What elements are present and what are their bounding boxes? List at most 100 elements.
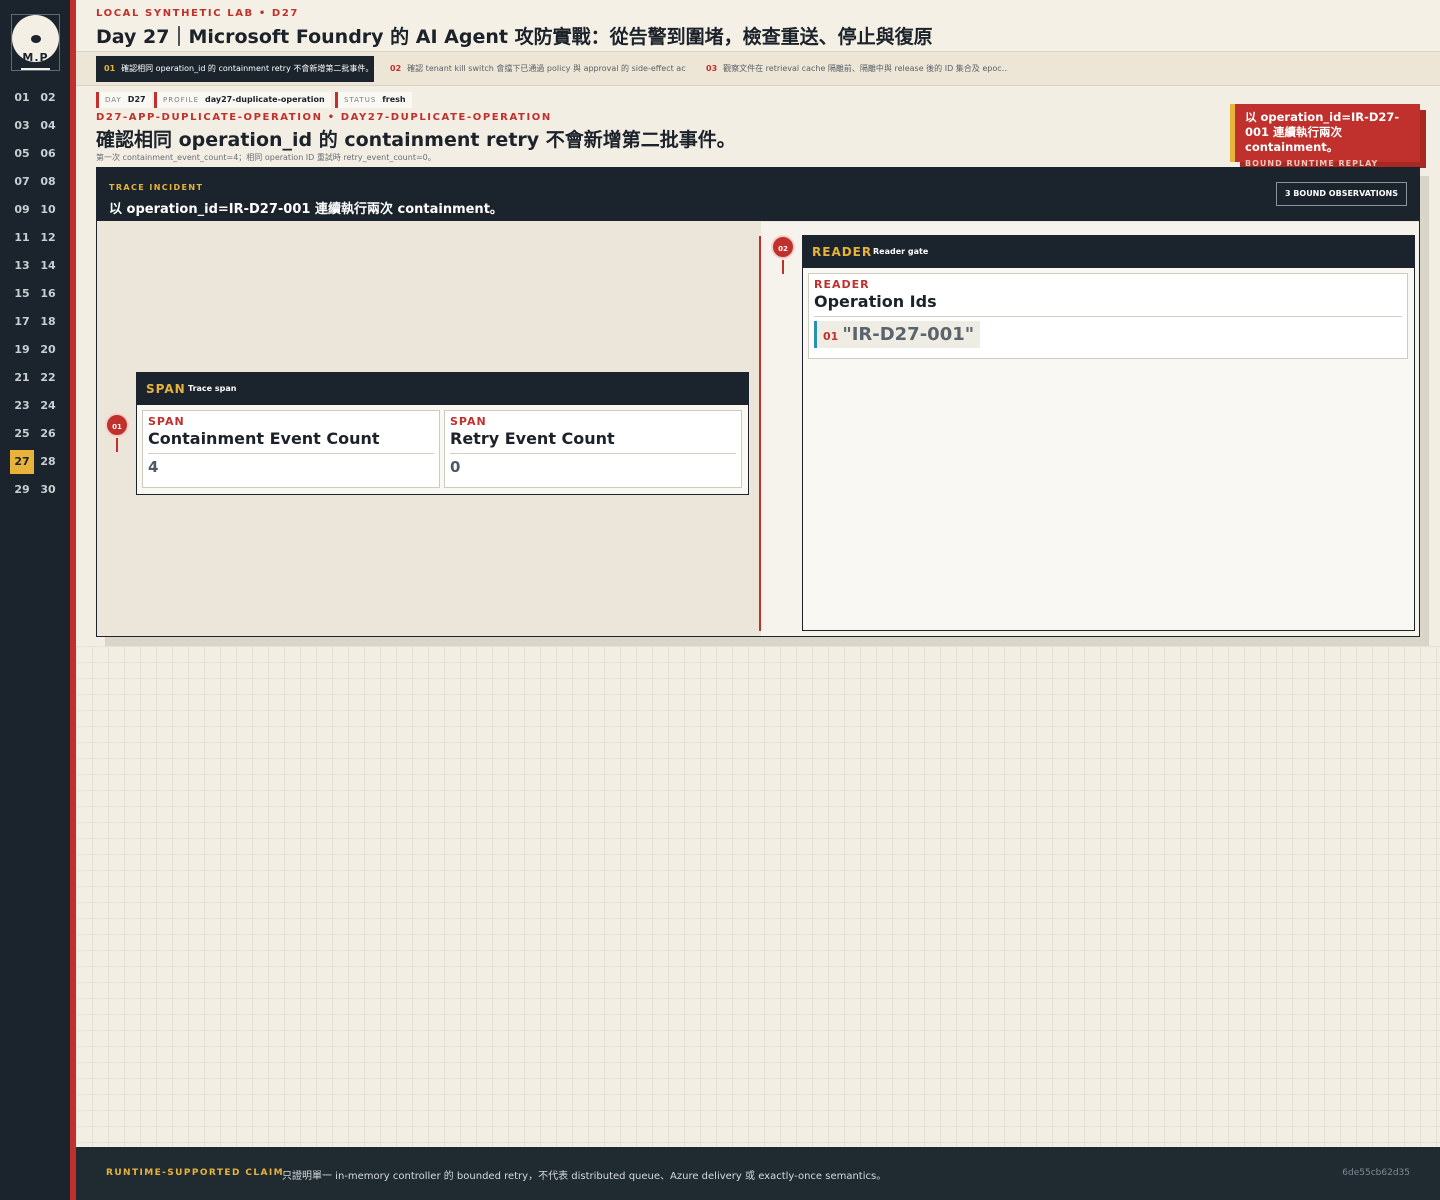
day-link-23[interactable]: 23 xyxy=(10,394,34,418)
lab-label: LOCAL SYNTHETIC LAB • D27 xyxy=(96,8,299,19)
day-link-10[interactable]: 10 xyxy=(36,198,60,222)
pin-stem xyxy=(116,438,118,452)
day-link-09[interactable]: 09 xyxy=(10,198,34,222)
reader-kind: READER xyxy=(812,245,873,259)
brand-logo[interactable]: M.P xyxy=(11,14,60,71)
metric-name: Containment Event Count xyxy=(148,429,380,448)
day-link-29[interactable]: 29 xyxy=(10,478,34,502)
incident-label: TRACE INCIDENT xyxy=(109,183,204,192)
tab-bar: 01 確認相同 operation_id 的 containment retry … xyxy=(76,52,1440,86)
reader-cell-name: Operation Ids xyxy=(814,292,937,311)
day-link-01[interactable]: 01 xyxy=(10,86,34,110)
metric-cell: SPAN Retry Event Count 0 xyxy=(444,410,742,488)
day-link-03[interactable]: 03 xyxy=(10,114,34,138)
commit-hash: 6de55cb62d35 xyxy=(1342,1168,1410,1178)
reader-card: READER Reader gate READER Operation Ids … xyxy=(802,235,1415,631)
logo-bar xyxy=(21,68,50,70)
case-subtitle: 第一次 containment_event_count=4；相同 operati… xyxy=(96,153,436,162)
tab-03[interactable]: 03 觀察文件在 retrieval cache 隔離前、隔離中與 release… xyxy=(698,56,1008,82)
tab-label: 確認相同 operation_id 的 containment retry 不會… xyxy=(121,64,374,73)
day-link-16[interactable]: 16 xyxy=(36,282,60,306)
operation-id-item: 01 "IR-D27-001" xyxy=(814,321,981,348)
meta-key: PROFILE xyxy=(163,96,200,104)
day-link-22[interactable]: 22 xyxy=(36,366,60,390)
day-link-30[interactable]: 30 xyxy=(36,478,60,502)
day-link-18[interactable]: 18 xyxy=(36,310,60,334)
day-link-12[interactable]: 12 xyxy=(36,226,60,250)
day-link-24[interactable]: 24 xyxy=(36,394,60,418)
replay-card[interactable]: 以 operation_id=IR-D27-001 連續執行兩次 contain… xyxy=(1230,104,1420,168)
metric-value: 4 xyxy=(148,458,159,476)
observations-button[interactable]: 3 BOUND OBSERVATIONS xyxy=(1275,182,1407,206)
day-link-25[interactable]: 25 xyxy=(10,422,34,446)
span-card: SPAN Trace span SPAN Containment Event C… xyxy=(136,372,749,495)
meta-key: STATUS xyxy=(344,96,377,104)
metric-value: 0 xyxy=(450,458,461,476)
pin-stem xyxy=(782,260,784,274)
metric-rule xyxy=(148,453,434,454)
tab-label: 觀察文件在 retrieval cache 隔離前、隔離中與 release 後… xyxy=(723,64,1008,73)
day-link-28[interactable]: 28 xyxy=(36,450,60,474)
meta-value: day27-duplicate-operation xyxy=(205,95,325,104)
day-link-21[interactable]: 21 xyxy=(10,366,34,390)
day-link-11[interactable]: 11 xyxy=(10,226,34,250)
meta-chip-day: DAY D27 xyxy=(96,92,152,108)
meta-value: fresh xyxy=(382,95,406,104)
replay-title: 以 operation_id=IR-D27-001 連續執行兩次 contain… xyxy=(1245,110,1400,154)
span-subtitle: Trace span xyxy=(188,384,237,393)
reader-cell-rule xyxy=(814,316,1402,317)
day-link-20[interactable]: 20 xyxy=(36,338,60,362)
page-header: LOCAL SYNTHETIC LAB • D27 Day 27｜Microso… xyxy=(76,0,1440,52)
day-link-14[interactable]: 14 xyxy=(36,254,60,278)
day-link-26[interactable]: 26 xyxy=(36,422,60,446)
day-link-15[interactable]: 15 xyxy=(10,282,34,306)
panel-header: TRACE INCIDENT 以 operation_id=IR-D27-001… xyxy=(97,168,1419,221)
reader-subtitle: Reader gate xyxy=(873,247,929,256)
day-link-13[interactable]: 13 xyxy=(10,254,34,278)
meta-key: DAY xyxy=(105,96,122,104)
page-title: Day 27｜Microsoft Foundry 的 AI Agent 攻防實戰… xyxy=(96,26,933,48)
incident-title: 以 operation_id=IR-D27-001 連續執行兩次 contain… xyxy=(109,202,503,217)
footer-claim-bar: RUNTIME-SUPPORTED CLAIM 只證明單一 in-memory … xyxy=(76,1147,1440,1200)
reader-cell: READER Operation Ids 01 "IR-D27-001" xyxy=(808,273,1408,359)
logo-mark: M.P xyxy=(22,51,49,64)
day-link-05[interactable]: 05 xyxy=(10,142,34,166)
metric-kind: SPAN xyxy=(148,415,185,428)
pin-marker-01[interactable]: 01 xyxy=(105,413,129,437)
day-link-27[interactable]: 27 xyxy=(10,450,34,474)
metric-cell: SPAN Containment Event Count 4 xyxy=(142,410,440,488)
day-link-06[interactable]: 06 xyxy=(36,142,60,166)
span-card-header: SPAN Trace span xyxy=(137,373,748,405)
span-kind: SPAN xyxy=(146,382,186,396)
tab-01[interactable]: 01 確認相同 operation_id 的 containment retry … xyxy=(96,56,374,82)
sidebar: M.P 01 02 03 04 05 06 07 08 09 10 11 12 13 14 15 16 17 18… xyxy=(0,0,70,1200)
lane-divider xyxy=(759,236,761,631)
meta-chip-profile: PROFILE day27-duplicate-operation xyxy=(154,92,331,108)
metric-name: Retry Event Count xyxy=(450,429,615,448)
reader-cell-kind: READER xyxy=(814,278,870,291)
day-link-07[interactable]: 07 xyxy=(10,170,34,194)
day-link-17[interactable]: 17 xyxy=(10,310,34,334)
metric-rule xyxy=(450,453,736,454)
claim-label: RUNTIME-SUPPORTED CLAIM xyxy=(106,1168,284,1178)
logo-dot xyxy=(31,35,41,43)
case-id: D27-APP-DUPLICATE-OPERATION • DAY27-DUPL… xyxy=(96,112,552,123)
day-nav: 01 02 03 04 05 06 07 08 09 10 11 12 13 14 15 16 17 18 19 20… xyxy=(10,86,60,502)
day-link-02[interactable]: 02 xyxy=(36,86,60,110)
operation-id-number: 01 xyxy=(823,330,839,343)
claim-text: 只證明單一 in-memory controller 的 bounded ret… xyxy=(282,1171,887,1182)
reader-card-header: READER Reader gate xyxy=(803,236,1414,268)
trace-incident-panel: TRACE INCIDENT 以 operation_id=IR-D27-001… xyxy=(96,167,1420,637)
grid-background xyxy=(76,646,1440,1146)
case-title: 確認相同 operation_id 的 containment retry 不會… xyxy=(96,129,736,151)
tab-number: 02 xyxy=(390,64,402,73)
pin-marker-02[interactable]: 02 xyxy=(771,235,795,259)
tab-number: 01 xyxy=(104,64,116,73)
tab-label: 確認 tenant kill switch 會擋下已通過 policy 與 ap… xyxy=(407,64,686,73)
operation-id-value: "IR-D27-001" xyxy=(842,324,975,345)
day-link-19[interactable]: 19 xyxy=(10,338,34,362)
metric-kind: SPAN xyxy=(450,415,487,428)
day-link-04[interactable]: 04 xyxy=(36,114,60,138)
day-link-08[interactable]: 08 xyxy=(36,170,60,194)
tab-02[interactable]: 02 確認 tenant kill switch 會擋下已通過 policy 與 … xyxy=(382,56,686,82)
